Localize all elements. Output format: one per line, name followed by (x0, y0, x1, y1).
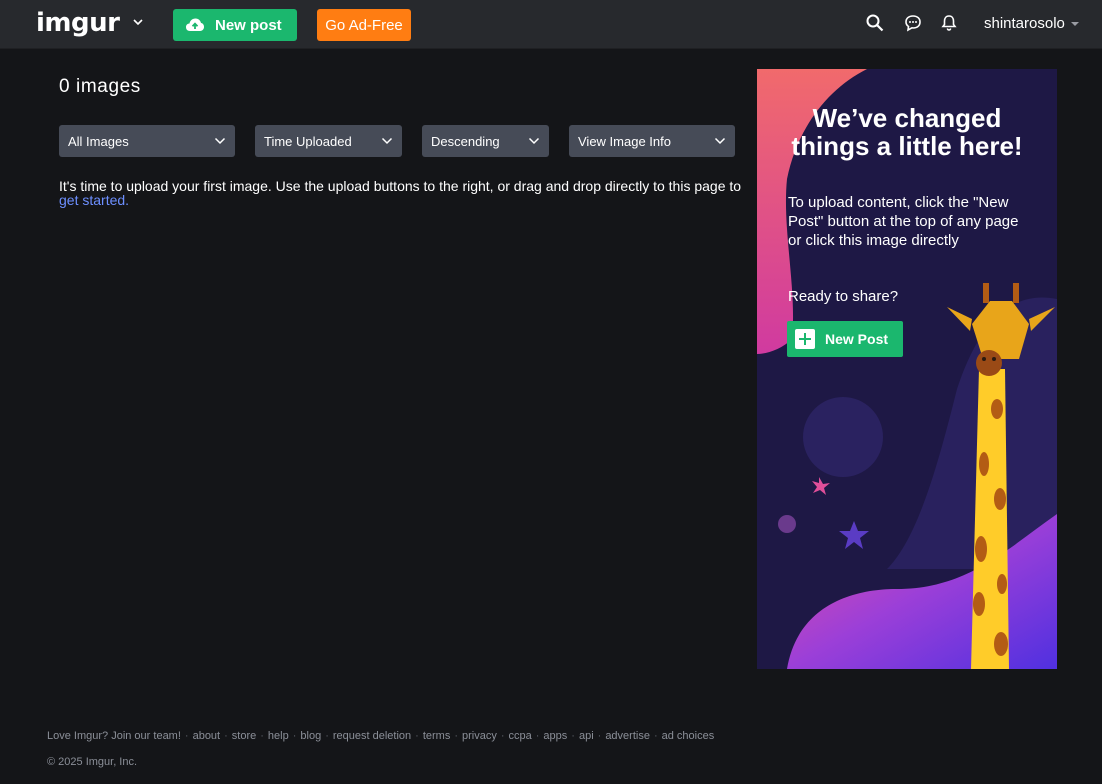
footer-separator: · (500, 730, 505, 742)
promo-new-post-label: New Post (825, 331, 889, 347)
footer-separator: · (325, 730, 329, 742)
footer-link-api[interactable]: api (579, 730, 594, 742)
footer-separator: · (653, 730, 658, 742)
footer-separator: · (292, 730, 297, 742)
get-started-link[interactable]: get started. (59, 192, 129, 208)
footer-separator: · (224, 730, 228, 742)
footer-separator: · (597, 730, 602, 742)
promo-body-text: To upload content, click the "New Post" … (788, 194, 1019, 249)
image-count: 0 images (59, 76, 141, 97)
empty-state-text: It's time to upload your first image. Us… (59, 178, 742, 194)
promo-heading-line-2: things a little here! (791, 131, 1023, 161)
footer-link-jobs[interactable]: Love Imgur? Join our team! (47, 730, 181, 742)
footer-link-about[interactable]: about (193, 730, 221, 742)
promo-heading: We’ve changed things a little here! (757, 104, 1057, 160)
footer-separator: · (571, 730, 575, 742)
caret-down-icon[interactable] (1071, 22, 1079, 26)
upload-cloud-icon (186, 18, 204, 31)
footer-separator: · (260, 730, 264, 742)
chevron-down-icon (528, 137, 540, 145)
footer-separator: · (454, 730, 458, 742)
footer-link-request-deletion[interactable]: request deletion (333, 730, 411, 742)
go-ad-free-label: Go Ad-Free (325, 16, 403, 34)
bell-icon[interactable] (939, 13, 959, 33)
empty-state-message: It's time to upload your first image. Us… (59, 179, 749, 207)
new-post-label: New post (215, 16, 282, 34)
order-dropdown-descending[interactable]: Descending (422, 125, 549, 157)
footer-link-advertise[interactable]: advertise (605, 730, 650, 742)
chevron-down-icon (214, 137, 226, 145)
footer-link-ccpa[interactable]: ccpa (509, 730, 532, 742)
chevron-down-icon (714, 137, 726, 145)
upload-promo-banner[interactable]: We’ve changed things a little here! To u… (757, 69, 1057, 669)
footer-links: Love Imgur? Join our team! · about · store · h… (47, 730, 714, 742)
dropdown-label: All Images (68, 133, 129, 149)
sort-dropdown-time-uploaded[interactable]: Time Uploaded (255, 125, 402, 157)
promo-heading-line-1: We’ve changed (812, 103, 1002, 133)
footer-separator: · (415, 730, 419, 742)
dropdown-label: Time Uploaded (264, 133, 352, 149)
top-navigation-bar: imgur New post Go Ad-Free shintarosolo (0, 0, 1102, 49)
footer-link-blog[interactable]: blog (300, 730, 321, 742)
footer-link-apps[interactable]: apps (543, 730, 567, 742)
chevron-down-icon[interactable] (131, 15, 145, 29)
view-dropdown-image-info[interactable]: View Image Info (569, 125, 735, 157)
chat-icon[interactable] (903, 13, 923, 33)
chevron-down-icon (381, 137, 393, 145)
new-post-button[interactable]: New post (173, 9, 297, 41)
footer-link-help[interactable]: help (268, 730, 289, 742)
footer-link-ad-choices[interactable]: ad choices (662, 730, 715, 742)
go-ad-free-button[interactable]: Go Ad-Free (317, 9, 411, 41)
filter-dropdown-all-images[interactable]: All Images (59, 125, 235, 157)
dropdown-label: Descending (431, 133, 500, 149)
footer-separator: · (535, 730, 540, 742)
promo-new-post-button[interactable]: New Post (787, 321, 903, 357)
username-menu[interactable]: shintarosolo (984, 15, 1065, 32)
plus-icon (795, 329, 815, 349)
imgur-logo[interactable]: imgur (36, 8, 120, 38)
dropdown-label: View Image Info (578, 133, 671, 149)
footer-link-privacy[interactable]: privacy (462, 730, 497, 742)
copyright: © 2025 Imgur, Inc. (47, 756, 138, 768)
footer-link-store[interactable]: store (232, 730, 256, 742)
footer-separator: · (184, 730, 189, 742)
footer-link-terms[interactable]: terms (423, 730, 451, 742)
promo-ready-text: Ready to share? (788, 288, 899, 305)
search-icon[interactable] (865, 13, 885, 33)
